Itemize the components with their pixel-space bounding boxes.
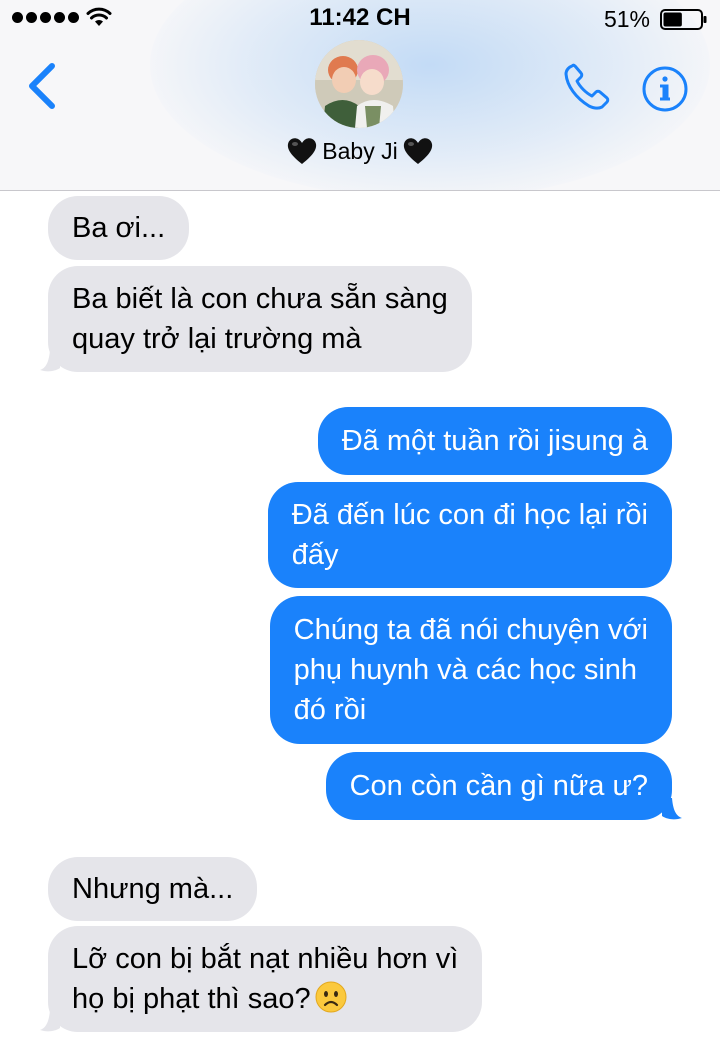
message-text-line: đó rồi [293,694,367,726]
status-bar: 11:42 CH 51% [0,0,720,40]
contact-name: Baby Ji [322,137,398,164]
message-text-line-with-emoji: họ bị phạt thì sao? [72,979,458,1019]
info-button[interactable] [641,65,689,113]
message-text-line: đấy [291,539,339,571]
message-text-line: Lỡ con bị bắt nạt nhiều hơn vì [72,943,459,975]
frowning-face-emoji-icon [315,981,347,1013]
outgoing-message-bubble[interactable]: Đã đến lúc con đi học lại rồi đấy [267,482,672,588]
message-text-line: họ bị phạt thì sao? [72,983,311,1015]
outgoing-message-bubble[interactable]: Con còn cần gì nữa ư? [325,752,672,820]
messages-screen: 11:42 CH 51% Baby Ji Ba ơi... Ba biết là… [0,0,720,1055]
black-heart-emoji-icon [403,138,432,164]
incoming-bubble-tail [40,1010,60,1032]
chevron-left-icon [29,63,55,109]
info-icon [642,66,688,112]
battery-icon [660,9,707,30]
message-text-line: Ba biết là con chưa sẵn sàng [72,283,448,315]
incoming-message-bubble[interactable]: Nhưng mà... [48,857,258,921]
phone-icon [564,63,610,110]
black-heart-emoji-icon [288,138,317,164]
message-text-line: Con còn cần gì nữa ư? [349,770,648,802]
message-text-line: Đã đến lúc con đi học lại rồi [291,499,648,531]
message-text-line: Chúng ta đã nói chuyện với [293,614,648,646]
outgoing-message-bubble[interactable]: Chúng ta đã nói chuyện với phụ huynh và … [269,596,672,744]
message-text-line: Ba ơi... [72,212,166,244]
contact-avatar[interactable] [315,40,403,128]
message-text-line: Đã một tuần rồi jisung à [341,425,648,457]
header-divider [0,190,720,191]
contact-name-button[interactable]: Baby Ji [0,136,720,166]
incoming-message-bubble[interactable]: Ba biết là con chưa sẵn sàng quay trở lạ… [48,266,472,372]
back-button[interactable] [22,60,62,112]
outgoing-bubble-tail [662,798,682,820]
battery-percentage: 51% [603,6,650,32]
incoming-message-bubble[interactable]: Lỡ con bị bắt nạt nhiều hơn vì họ bị phạ… [48,926,483,1032]
message-text-line: quay trở lại trường mà [72,323,362,355]
message-text-line: phụ huynh và các học sinh [293,654,638,686]
incoming-bubble-tail [40,350,60,372]
call-button[interactable] [562,62,612,112]
message-text-line: Nhưng mà... [72,873,234,905]
conversation-header: 11:42 CH 51% Baby Ji [0,0,720,190]
incoming-message-bubble[interactable]: Ba ơi... [48,196,190,260]
outgoing-message-bubble[interactable]: Đã một tuần rồi jisung à [317,407,672,475]
